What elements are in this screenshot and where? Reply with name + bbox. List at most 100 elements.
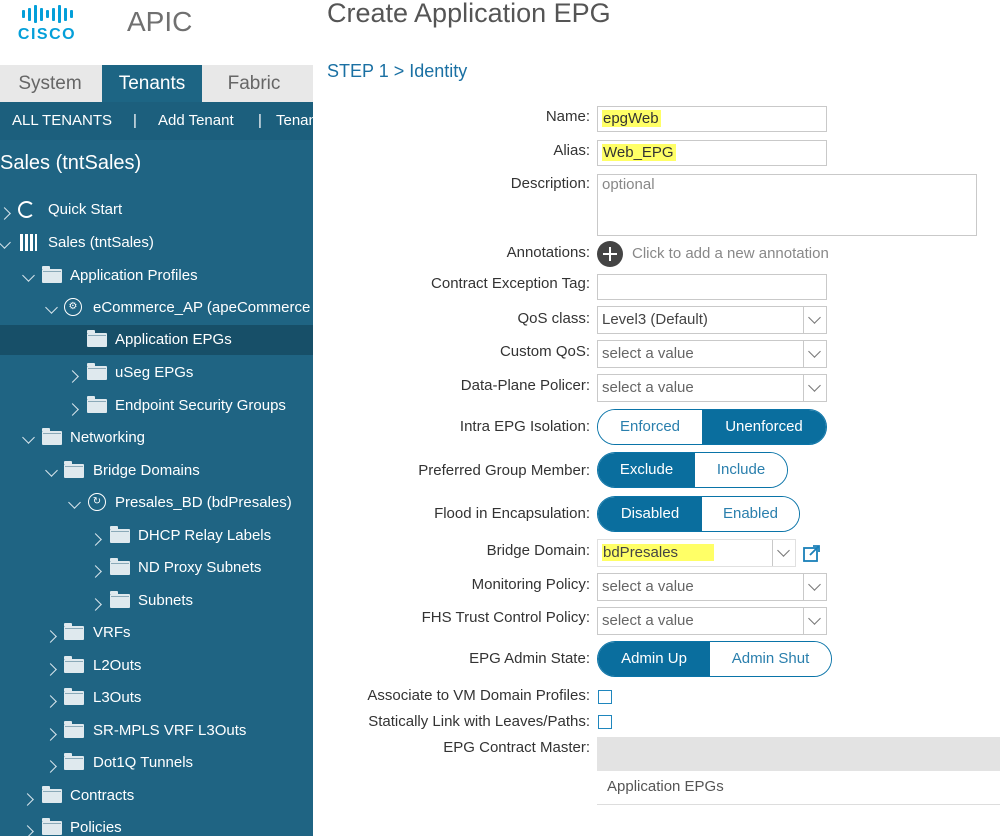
chevron-right-icon[interactable] <box>44 695 57 708</box>
chevron-right-icon[interactable] <box>21 793 34 806</box>
include-option[interactable]: Include <box>695 453 787 487</box>
name-label: Name: <box>545 108 590 125</box>
qos-class-value: Level3 (Default) <box>602 311 708 328</box>
tree-item-useg-epgs[interactable]: uSeg EPGs <box>0 363 313 396</box>
tree-item-networking[interactable]: Networking <box>0 428 313 461</box>
tree-item-quick-start[interactable]: Quick Start <box>0 201 313 233</box>
bridge-domain-select[interactable]: bdPresales <box>597 539 796 567</box>
chevron-right-icon[interactable] <box>44 760 57 773</box>
admin-up-option[interactable]: Admin Up <box>598 642 710 676</box>
chevron-down-icon[interactable] <box>22 431 35 444</box>
description-label: Description: <box>510 175 590 192</box>
tree-item-label: Networking <box>70 429 146 446</box>
statically-link-checkbox[interactable] <box>598 715 612 729</box>
folder-icon <box>42 786 62 803</box>
chevron-right-icon[interactable] <box>21 825 34 836</box>
tab-system[interactable]: System <box>0 65 100 102</box>
chevron-down-icon[interactable] <box>22 269 35 282</box>
tree-item-l2outs[interactable]: L2Outs <box>0 656 313 689</box>
chevron-right-icon[interactable] <box>89 565 102 578</box>
flood-in-encapsulation-toggle: Disabled Enabled <box>597 496 800 532</box>
data-plane-policer-label: Data-Plane Policer: <box>460 377 590 394</box>
tree-item-l3outs[interactable]: L3Outs <box>0 688 313 721</box>
chevron-down-icon[interactable] <box>772 540 795 566</box>
tree-item-dhcp-relay-labels[interactable]: DHCP Relay Labels <box>0 526 313 559</box>
chevron-right-icon[interactable] <box>44 728 57 741</box>
all-tenants-link[interactable]: ALL TENANTS <box>12 102 112 140</box>
custom-qos-label: Custom QoS: <box>499 343 590 360</box>
contract-exception-tag-input[interactable] <box>597 274 827 300</box>
tree-item-sr-mpls-vrf-l3outs[interactable]: SR-MPLS VRF L3Outs <box>0 721 313 754</box>
tree-item-label: Contracts <box>70 787 135 804</box>
tree-item-policies[interactable]: Policies <box>0 818 313 836</box>
data-plane-policer-select[interactable]: select a value <box>597 374 827 402</box>
tree-item-vrfs[interactable]: VRFs <box>0 623 313 656</box>
chevron-down-icon[interactable] <box>68 496 81 509</box>
name-input[interactable]: epgWeb <box>597 106 827 132</box>
chevron-right-icon[interactable] <box>44 630 57 643</box>
tree-item-label: Subnets <box>138 592 194 609</box>
tree-item-presales-bd[interactable]: ↻ Presales_BD (bdPresales) <box>0 493 313 526</box>
custom-qos-select[interactable]: select a value <box>597 340 827 368</box>
alias-input[interactable]: Web_EPG <box>597 140 827 166</box>
fhs-trust-control-policy-value: select a value <box>602 612 694 629</box>
tree-item-application-epgs[interactable]: Application EPGs <box>0 325 313 355</box>
tree-item-nd-proxy-subnets[interactable]: ND Proxy Subnets <box>0 558 313 591</box>
folder-icon <box>42 428 62 445</box>
add-annotation-icon[interactable] <box>597 241 623 267</box>
unenforced-option[interactable]: Unenforced <box>702 410 826 444</box>
tree-item-contracts[interactable]: Contracts <box>0 786 313 819</box>
folder-icon <box>64 461 84 478</box>
tree-item-label: Application Profiles <box>70 267 198 284</box>
description-textarea[interactable]: optional <box>597 174 977 236</box>
monitoring-policy-select[interactable]: select a value <box>597 573 827 601</box>
chevron-right-icon[interactable] <box>89 533 102 546</box>
tab-tenants[interactable]: Tenants <box>102 65 202 102</box>
chevron-right-icon[interactable] <box>89 598 102 611</box>
chevron-right-icon[interactable] <box>66 370 79 383</box>
chevron-down-icon[interactable] <box>0 236 11 249</box>
chevron-right-icon[interactable] <box>44 663 57 676</box>
alias-value: Web_EPG <box>602 144 676 161</box>
tree-item-endpoint-security-groups[interactable]: Endpoint Security Groups <box>0 396 313 429</box>
qos-class-select[interactable]: Level3 (Default) <box>597 306 827 334</box>
tree-item-subnets[interactable]: Subnets <box>0 591 313 624</box>
alias-label: Alias: <box>553 142 590 159</box>
tenant-search-link[interactable]: Tenan <box>276 102 313 140</box>
separator: | <box>133 112 137 129</box>
chevron-down-icon[interactable] <box>803 608 826 634</box>
chevron-down-icon[interactable] <box>803 375 826 401</box>
add-tenant-link[interactable]: Add Tenant <box>158 102 234 140</box>
tree-item-label: Sales (tntSales) <box>48 234 154 251</box>
tree-item-bridge-domains[interactable]: Bridge Domains <box>0 461 313 494</box>
epg-contract-master-table-header <box>597 737 1000 771</box>
tree-item-application-profiles[interactable]: Application Profiles <box>0 266 313 299</box>
epg-contract-master-column: Application EPGs <box>597 771 1000 805</box>
chevron-down-icon[interactable] <box>45 301 58 314</box>
enforced-option[interactable]: Enforced <box>598 410 702 444</box>
custom-qos-value: select a value <box>602 345 694 362</box>
tab-fabric[interactable]: Fabric <box>204 65 304 102</box>
chevron-right-icon[interactable] <box>0 207 11 220</box>
fhs-trust-control-policy-select[interactable]: select a value <box>597 607 827 635</box>
open-in-new-icon[interactable] <box>803 544 821 562</box>
tree-item-dot1q-tunnels[interactable]: Dot1Q Tunnels <box>0 753 313 786</box>
intra-epg-isolation-label: Intra EPG Isolation: <box>459 418 590 435</box>
bridge-domain-icon: ↻ <box>88 493 106 511</box>
exclude-option[interactable]: Exclude <box>598 453 695 487</box>
folder-icon <box>110 526 130 543</box>
disabled-option[interactable]: Disabled <box>598 497 702 531</box>
enabled-option[interactable]: Enabled <box>702 497 799 531</box>
chevron-down-icon[interactable] <box>803 307 826 333</box>
associate-vm-domain-checkbox[interactable] <box>598 690 612 704</box>
admin-shut-option[interactable]: Admin Shut <box>710 642 831 676</box>
folder-icon <box>64 721 84 738</box>
chevron-right-icon[interactable] <box>66 403 79 416</box>
add-annotation-hint[interactable]: Click to add a new annotation <box>632 245 829 262</box>
tree-item-tenant[interactable]: Sales (tntSales) <box>0 234 313 266</box>
chevron-down-icon[interactable] <box>803 574 826 600</box>
chevron-down-icon[interactable] <box>45 464 58 477</box>
epg-admin-state-label: EPG Admin State: <box>469 650 590 667</box>
bridge-domain-value: bdPresales <box>602 544 715 561</box>
chevron-down-icon[interactable] <box>803 341 826 367</box>
